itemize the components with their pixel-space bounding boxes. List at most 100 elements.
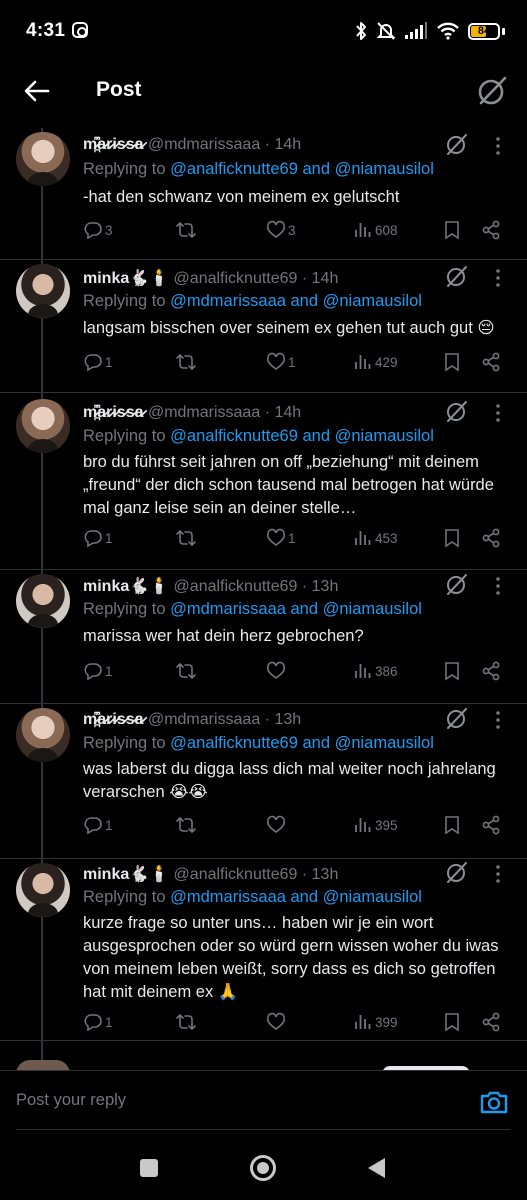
mention-links[interactable]: @analficknutte69 and @niamausilol <box>170 427 434 445</box>
grok-icon[interactable] <box>445 860 469 884</box>
replying-to: Replying to @mdmarissaaa and @niamausilo… <box>83 600 422 618</box>
tweet-text: bro du führst seit jahren on off „bezieh… <box>83 453 494 517</box>
reply-tweet[interactable]: m̷̪͆̽a̷r̷i̷s̷s̷a̷ @mdmarissaaa · 14h Rep… <box>0 128 527 260</box>
bookmark-button[interactable] <box>443 659 461 683</box>
share-button[interactable] <box>481 813 501 837</box>
grok-icon[interactable] <box>445 706 469 730</box>
reply-tweet[interactable]: minka🐇🕯️ @analficknutte69 · 14h Replying… <box>0 260 527 393</box>
camera-icon[interactable] <box>479 1087 509 1117</box>
battery-level: 84 <box>477 24 491 37</box>
views-button[interactable]: 608 <box>353 218 398 242</box>
bookmark-button[interactable] <box>443 813 461 837</box>
repost-button[interactable] <box>175 1010 199 1034</box>
share-button[interactable] <box>481 526 501 550</box>
reply-tweet[interactable]: minka🐇🕯️ @analficknutte69 · 13h Replying… <box>0 859 527 1041</box>
views-button[interactable]: 395 <box>353 813 398 837</box>
views-button[interactable]: 453 <box>353 526 398 550</box>
like-button[interactable] <box>266 813 288 837</box>
grok-icon[interactable] <box>445 264 469 288</box>
display-name[interactable]: minka🐇🕯️ <box>83 270 169 287</box>
post-time: · 13h <box>301 578 339 595</box>
grok-icon[interactable] <box>445 572 469 596</box>
reply-icon <box>84 817 102 835</box>
reply-button[interactable]: 1 <box>83 350 113 374</box>
home-button[interactable] <box>250 1155 276 1181</box>
mention-links[interactable]: @mdmarissaaa and @niamausilol <box>170 292 422 310</box>
reply-button[interactable]: 1 <box>83 813 113 837</box>
signal-icon <box>405 22 427 39</box>
share-icon <box>482 528 500 548</box>
repost-button[interactable] <box>175 659 199 683</box>
more-icon[interactable] <box>495 864 501 884</box>
avatar[interactable] <box>16 399 70 453</box>
repost-button[interactable] <box>175 813 199 837</box>
display-name[interactable]: minka🐇🕯️ <box>83 866 169 883</box>
grok-icon[interactable] <box>475 74 509 108</box>
mention-links[interactable]: @mdmarissaaa and @niamausilol <box>170 600 422 618</box>
avatar[interactable] <box>16 574 70 628</box>
user-handle[interactable]: @mdmarissaaa <box>148 136 260 153</box>
avatar[interactable] <box>16 863 70 917</box>
post-time: · 14h <box>301 270 339 287</box>
reply-tweet[interactable]: m̷̪͆̽a̷r̷i̷s̷s̷a̷ @mdmarissaaa · 14h Rep… <box>0 393 527 570</box>
back-arrow-icon[interactable] <box>22 76 52 106</box>
repost-button[interactable] <box>175 350 199 374</box>
user-handle[interactable]: @analficknutte69 <box>174 270 298 287</box>
bookmark-button[interactable] <box>443 526 461 550</box>
user-handle[interactable]: @mdmarissaaa <box>148 404 260 421</box>
repost-button[interactable] <box>175 218 199 242</box>
bookmark-button[interactable] <box>443 218 461 242</box>
user-handle[interactable]: @analficknutte69 <box>174 866 298 883</box>
repost-button[interactable] <box>175 526 199 550</box>
like-button[interactable]: 1 <box>266 526 296 550</box>
share-button[interactable] <box>481 218 501 242</box>
more-icon[interactable] <box>495 576 501 596</box>
reply-button[interactable]: 1 <box>83 526 113 550</box>
avatar[interactable] <box>16 708 70 762</box>
display-name[interactable]: minka🐇🕯️ <box>83 578 169 595</box>
share-icon <box>482 352 500 372</box>
grok-icon[interactable] <box>445 399 469 423</box>
like-button[interactable]: 3 <box>266 218 296 242</box>
display-name[interactable]: m̷̪͆̽a̷r̷i̷s̷s̷a̷ <box>83 711 144 728</box>
like-button[interactable]: 1 <box>266 350 296 374</box>
mention-links[interactable]: @analficknutte69 and @niamausilol <box>170 160 434 178</box>
mention-links[interactable]: @mdmarissaaa and @niamausilol <box>170 888 422 906</box>
avatar[interactable] <box>16 132 70 186</box>
views-button[interactable]: 429 <box>353 350 398 374</box>
bookmark-button[interactable] <box>443 1010 461 1034</box>
like-button[interactable] <box>266 659 288 683</box>
reply-button[interactable]: 3 <box>83 218 113 242</box>
bookmark-button[interactable] <box>443 350 461 374</box>
share-button[interactable] <box>481 1010 501 1034</box>
recents-button[interactable] <box>140 1159 158 1177</box>
display-name[interactable]: m̷̪͆̽a̷r̷i̷s̷s̷a̷ <box>83 136 144 153</box>
reply-button[interactable]: 1 <box>83 1010 113 1034</box>
more-icon[interactable] <box>495 403 501 423</box>
avatar[interactable] <box>16 264 70 318</box>
tweet-header: minka🐇🕯️ @analficknutte69 · 13h <box>83 576 338 596</box>
share-button[interactable] <box>481 659 501 683</box>
action-bar: 1 1 453 <box>83 526 511 550</box>
replying-to: Replying to @analficknutte69 and @niamau… <box>83 734 434 752</box>
mention-links[interactable]: @analficknutte69 and @niamausilol <box>170 734 434 752</box>
status-bar: 4:31 84 <box>0 0 527 62</box>
system-back-button[interactable] <box>368 1158 385 1178</box>
views-button[interactable]: 399 <box>353 1010 398 1034</box>
share-button[interactable] <box>481 350 501 374</box>
display-name[interactable]: m̷̪͆̽a̷r̷i̷s̷s̷a̷ <box>83 404 144 421</box>
bookmark-icon <box>445 221 459 240</box>
views-button[interactable]: 386 <box>353 659 398 683</box>
reply-input[interactable]: Post your reply <box>16 1091 126 1110</box>
reply-tweet[interactable]: minka🐇🕯️ @analficknutte69 · 13h Replying… <box>0 570 527 704</box>
user-handle[interactable]: @analficknutte69 <box>174 578 298 595</box>
grok-icon[interactable] <box>445 132 469 156</box>
reply-button[interactable]: 1 <box>83 659 113 683</box>
more-icon[interactable] <box>495 136 501 156</box>
like-button[interactable] <box>266 1010 288 1034</box>
reply-icon <box>84 222 102 240</box>
reply-tweet[interactable]: m̷̪͆̽a̷r̷i̷s̷s̷a̷ @mdmarissaaa · 13h Rep… <box>0 704 527 859</box>
more-icon[interactable] <box>495 710 501 730</box>
more-icon[interactable] <box>495 268 501 288</box>
user-handle[interactable]: @mdmarissaaa <box>148 711 260 728</box>
